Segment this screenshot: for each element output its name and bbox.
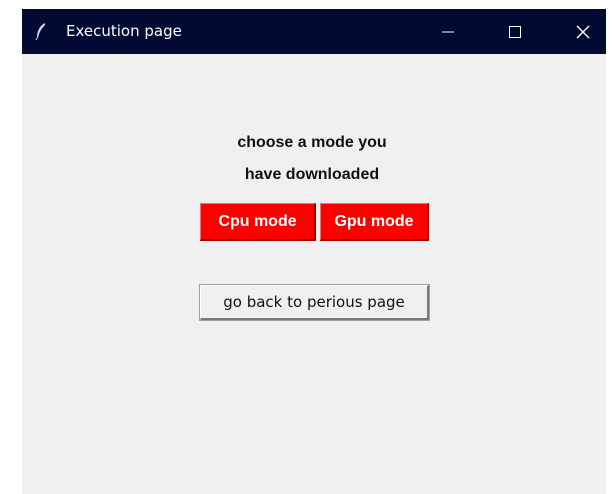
feather-icon [34, 22, 48, 41]
gpu-mode-button[interactable]: Gpu mode [320, 203, 429, 241]
prompt-text-line1: choose a mode you [237, 134, 387, 151]
main-content: choose a mode you have downloaded Cpu mo… [22, 54, 606, 494]
minimize-icon[interactable] [425, 9, 471, 54]
go-back-button[interactable]: go back to perious page [199, 284, 430, 321]
app-window: Execution page choose a mode you have do… [22, 9, 606, 494]
close-icon[interactable] [560, 9, 606, 54]
title-bar[interactable]: Execution page [22, 9, 606, 54]
cpu-mode-button[interactable]: Cpu mode [200, 203, 316, 241]
maximize-icon[interactable] [492, 9, 538, 54]
prompt-text-line2: have downloaded [244, 166, 380, 183]
window-title: Execution page [66, 22, 182, 40]
